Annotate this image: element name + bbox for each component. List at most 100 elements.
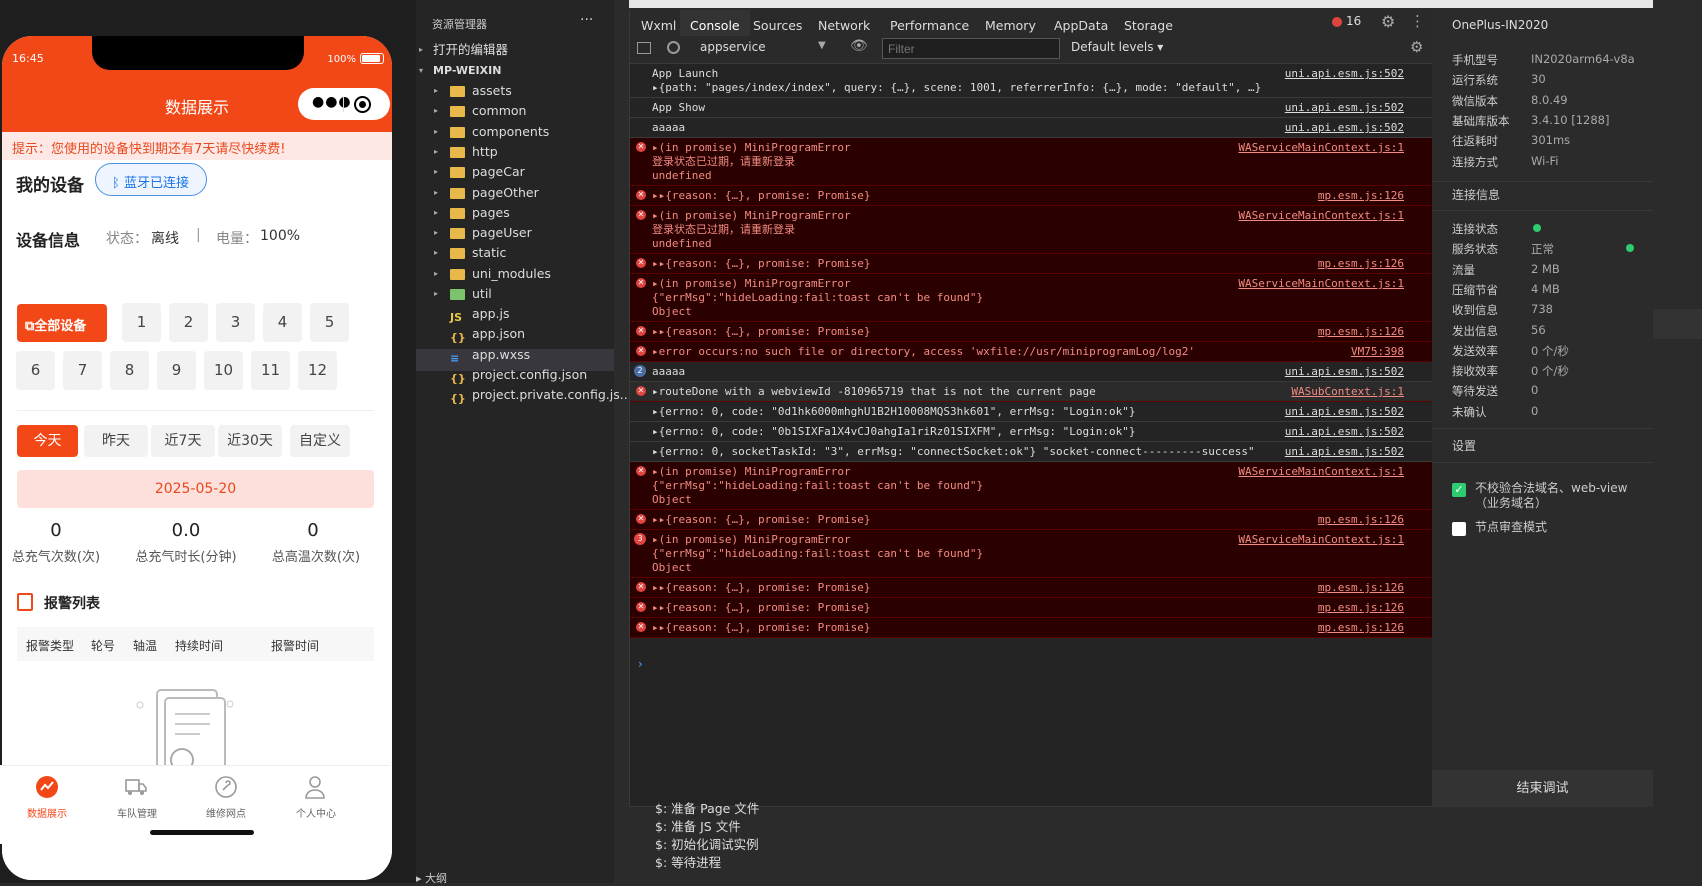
device-button-9[interactable]: 9: [157, 351, 196, 390]
expand-arrow-icon[interactable]: ▸: [434, 121, 438, 143]
device-button-1[interactable]: 1: [122, 303, 161, 342]
source-link[interactable]: uni.api.esm.js:502: [1285, 121, 1404, 135]
folder-common[interactable]: ▸ common: [416, 100, 614, 122]
domain-check-checkbox[interactable]: ✓: [1452, 483, 1466, 497]
device-button-10[interactable]: 10: [204, 351, 243, 390]
source-link[interactable]: WAServiceMainContext.js:1: [1238, 465, 1404, 479]
miniprogram-capsule[interactable]: ●●●: [298, 88, 390, 120]
sidebar-toggle-icon[interactable]: [637, 42, 651, 54]
settings-icon[interactable]: ⚙: [1381, 12, 1395, 31]
console-row[interactable]: ✕ ▸▸{reason: {…}, promise: Promise} mp.esm…: [630, 598, 1432, 618]
expand-arrow-icon[interactable]: ▸: [434, 283, 438, 305]
folder-pageCar[interactable]: ▸ pageCar: [416, 161, 614, 183]
device-button-4[interactable]: 4: [263, 303, 302, 342]
selected-date[interactable]: 2025-05-20: [17, 470, 374, 508]
folder-pageOther[interactable]: ▸ pageOther: [416, 182, 614, 204]
expand-arrow-icon[interactable]: ▸: [434, 222, 438, 244]
source-link[interactable]: uni.api.esm.js:502: [1285, 425, 1404, 439]
source-link[interactable]: uni.api.esm.js:502: [1285, 445, 1404, 459]
console-row[interactable]: ▸{errno: 0, code: "0d1hk6000mhghU1B2H100…: [630, 402, 1432, 422]
clear-console-icon[interactable]: [667, 41, 680, 54]
console-row[interactable]: ✕ ▸▸{reason: {…}, promise: Promise} mp.esm…: [630, 578, 1432, 598]
range-tab-2[interactable]: 近7天: [151, 425, 215, 457]
console-row[interactable]: ✕ ▸▸{reason: {…}, promise: Promise} mp.esm…: [630, 254, 1432, 274]
range-tab-4[interactable]: 自定义: [290, 425, 350, 457]
expand-arrow-icon[interactable]: ▸: [434, 202, 438, 224]
close-target-icon[interactable]: [354, 96, 371, 113]
file-1[interactable]: {} app.json: [416, 323, 614, 345]
chart-tab-icon[interactable]: [35, 775, 59, 799]
file-2[interactable]: ≡ app.wxss: [416, 344, 614, 366]
file-0[interactable]: JS app.js: [416, 303, 614, 325]
console-row[interactable]: ✕ ▸▸{reason: {…}, promise: Promise} mp.esm…: [630, 186, 1432, 206]
device-button-11[interactable]: 11: [251, 351, 290, 390]
file-3[interactable]: {} project.config.json: [416, 364, 614, 386]
source-link[interactable]: mp.esm.js:126: [1318, 601, 1404, 615]
truck-tab-icon[interactable]: [124, 775, 148, 799]
tab-label-1[interactable]: 车队管理: [92, 805, 182, 820]
source-link[interactable]: mp.esm.js:126: [1318, 513, 1404, 527]
source-link[interactable]: mp.esm.js:126: [1318, 189, 1404, 203]
expand-arrow-icon[interactable]: ▸: [434, 242, 438, 264]
device-button-3[interactable]: 3: [216, 303, 255, 342]
tab-label-0[interactable]: 数据展示: [2, 805, 92, 820]
more-icon[interactable]: ●●●: [312, 94, 352, 110]
console-row[interactable]: ✕ ▸▸{reason: {…}, promise: Promise} mp.esm…: [630, 322, 1432, 342]
console-row[interactable]: ✕ ▸▸{reason: {…}, promise: Promise} mp.esm…: [630, 510, 1432, 530]
console-row[interactable]: 3 ▸(in promise) MiniProgramError {"errMsg…: [630, 530, 1432, 578]
user-tab-icon[interactable]: [303, 775, 327, 799]
expand-arrow-icon[interactable]: ▸: [434, 182, 438, 204]
source-link[interactable]: WAServiceMainContext.js:1: [1238, 277, 1404, 291]
expand-arrow-icon[interactable]: ▸: [434, 141, 438, 163]
file-4[interactable]: {} project.private.config.js...: [416, 384, 632, 406]
folder-http[interactable]: ▸ http: [416, 141, 614, 163]
device-button-5[interactable]: 5: [310, 303, 349, 342]
device-button-7[interactable]: 7: [63, 351, 102, 390]
source-link[interactable]: uni.api.esm.js:502: [1285, 101, 1404, 115]
expand-arrow-icon[interactable]: ▸: [434, 263, 438, 285]
error-count[interactable]: 16: [1346, 14, 1361, 28]
console-row[interactable]: ✕ ▸(in promise) MiniProgramError 登录状态已过期，…: [630, 206, 1432, 254]
folder-components[interactable]: ▸ components: [416, 121, 614, 143]
range-tab-0[interactable]: 今天: [17, 425, 78, 457]
eye-icon[interactable]: 👁: [850, 38, 868, 54]
folder-pages[interactable]: ▸ pages: [416, 202, 614, 224]
console-row[interactable]: ▸{errno: 0, socketTaskId: "3", errMsg: "…: [630, 442, 1432, 462]
console-row[interactable]: ✕ ▸error occurs:no such file or directory…: [630, 342, 1432, 362]
console-row[interactable]: App Launch ▸{path: "pages/index/index", …: [630, 64, 1432, 98]
end-debug-button[interactable]: 结束调试: [1432, 770, 1653, 807]
source-link[interactable]: mp.esm.js:126: [1318, 581, 1404, 595]
kebab-menu-icon[interactable]: ⋮: [1410, 12, 1425, 30]
tab-label-2[interactable]: 维修网点: [181, 805, 271, 820]
expand-arrow-icon[interactable]: ▸: [419, 39, 423, 61]
source-link[interactable]: mp.esm.js:126: [1318, 257, 1404, 271]
console-row[interactable]: ✕ ▸(in promise) MiniProgramError {"errMsg…: [630, 274, 1432, 322]
wrench-tab-icon[interactable]: [214, 775, 238, 799]
folder-uni_modules[interactable]: ▸ uni_modules: [416, 263, 614, 285]
range-tab-1[interactable]: 昨天: [84, 425, 148, 457]
expand-arrow-icon[interactable]: ▸: [434, 80, 438, 102]
filter-input[interactable]: [882, 38, 1060, 59]
console-row[interactable]: App Show uni.api.esm.js:502: [630, 98, 1432, 118]
source-link[interactable]: WAServiceMainContext.js:1: [1238, 533, 1404, 547]
console-row[interactable]: ✕ ▸routeDone with a webviewId -810965719 …: [630, 382, 1432, 402]
folder-assets[interactable]: ▸ assets: [416, 80, 614, 102]
device-button-6[interactable]: 6: [16, 351, 55, 390]
source-link[interactable]: mp.esm.js:126: [1318, 325, 1404, 339]
context-select[interactable]: appservice: [700, 40, 830, 54]
range-tab-3[interactable]: 近30天: [218, 425, 282, 457]
source-link[interactable]: uni.api.esm.js:502: [1285, 67, 1404, 81]
device-button-12[interactable]: 12: [298, 351, 337, 390]
source-link[interactable]: uni.api.esm.js:502: [1285, 405, 1404, 419]
console-row[interactable]: ✕ ▸▸{reason: {…}, promise: Promise} mp.esm…: [630, 618, 1432, 638]
expand-arrow-icon[interactable]: ▾: [419, 60, 423, 82]
source-link[interactable]: WAServiceMainContext.js:1: [1238, 141, 1404, 155]
console-row[interactable]: ✕ ▸(in promise) MiniProgramError 登录状态已过期，…: [630, 138, 1432, 186]
source-link[interactable]: mp.esm.js:126: [1318, 621, 1404, 635]
folder-util[interactable]: ▸ util: [416, 283, 614, 305]
console-settings-icon[interactable]: ⚙: [1410, 38, 1423, 56]
device-button-2[interactable]: 2: [169, 303, 208, 342]
expand-arrow-icon[interactable]: ▸: [434, 100, 438, 122]
tab-label-3[interactable]: 个人中心: [271, 805, 361, 820]
source-link[interactable]: WASubContext.js:1: [1291, 385, 1404, 399]
